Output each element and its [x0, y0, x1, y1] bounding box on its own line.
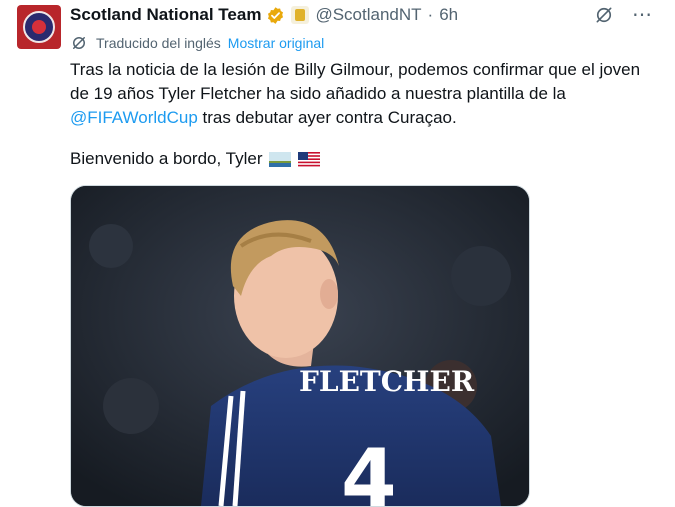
player-photo: FLETCHER 4 — [71, 186, 529, 506]
jersey-name: FLETCHER — [299, 365, 475, 398]
tweet-header: Scotland National Team @ScotlandNT · 6h — [70, 4, 458, 26]
account-name[interactable]: Scotland National Team — [70, 5, 261, 25]
verified-badge-icon — [268, 6, 284, 24]
tweet-line-2: de 19 años Tyler Fletcher ha sido añadid… — [70, 84, 566, 103]
translation-label: Traducido del inglés — [96, 35, 221, 51]
tweet-line-3-rest: tras debutar ayer contra Curaçao. — [197, 108, 457, 127]
tweet-time[interactable]: 6h — [439, 5, 458, 25]
tweet-line-1: Tras la noticia de la lesión de Billy Gi… — [70, 60, 641, 79]
us-flag-icon — [298, 151, 321, 167]
translate-icon — [73, 37, 85, 49]
tweet-line-3: @FIFAWorldCup tras debutar ayer contra C… — [70, 106, 670, 130]
hashtag-link[interactable]: @FIFAWorldCup — [70, 108, 198, 127]
more-icon[interactable]: ⋯ — [632, 5, 653, 25]
welcome-line: Bienvenido a bordo, Tyler — [70, 147, 321, 171]
affiliate-badge-icon — [291, 6, 310, 24]
tweet-media-photo[interactable]: FLETCHER 4 — [70, 185, 530, 507]
welcome-text: Bienvenido a bordo, Tyler — [70, 149, 263, 168]
curacao-flag-icon — [269, 151, 292, 167]
show-original-link[interactable]: Mostrar original — [228, 35, 324, 51]
jersey-number: 4 — [341, 432, 397, 506]
tweet-text: Tras la noticia de la lesión de Billy Gi… — [70, 58, 670, 130]
grok-icon[interactable] — [594, 5, 614, 25]
translation-bar: Traducido del inglés Mostrar original — [70, 34, 324, 52]
separator-dot: · — [427, 5, 434, 24]
account-handle[interactable]: @ScotlandNT — [315, 5, 421, 25]
crest-icon — [23, 11, 55, 43]
account-avatar[interactable] — [17, 5, 61, 49]
